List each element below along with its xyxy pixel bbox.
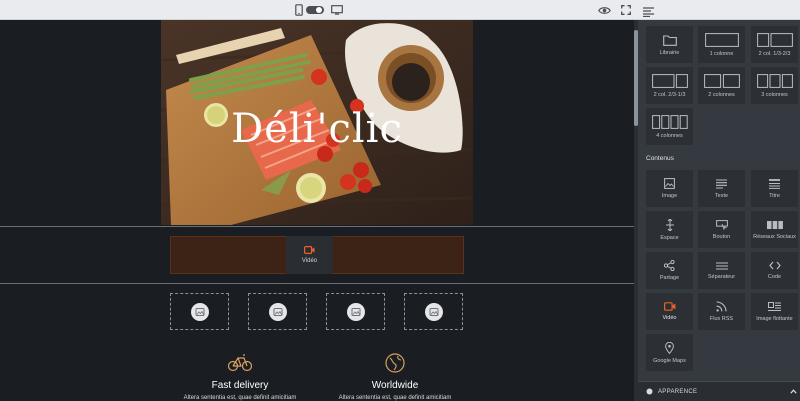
feature-text: Altera sententia est, quae definit amici…: [183, 395, 297, 401]
content-bouton[interactable]: Bouton: [698, 211, 745, 248]
appearance-section-header[interactable]: APPARENCE: [638, 381, 800, 401]
globe-icon: [385, 353, 405, 373]
content-flux-rss[interactable]: Flux RSS: [698, 293, 745, 330]
appearance-label: APPARENCE: [658, 389, 698, 395]
chevron-up-icon[interactable]: [790, 389, 797, 394]
layout-librairie[interactable]: Librairie: [646, 26, 693, 63]
image-icon: [351, 307, 360, 316]
two-columns-icon: [703, 73, 740, 88]
palette-icon: [646, 388, 653, 395]
image-icon: [195, 307, 204, 316]
button-icon: [715, 219, 728, 230]
video-label: Vidéo: [301, 258, 318, 264]
desktop-icon[interactable]: [330, 3, 344, 17]
feature-title: Worldwide: [371, 380, 419, 391]
builder-panel: Librairie 1 colonne 2 col. 1/3-2/3 2 col…: [638, 20, 800, 401]
video-icon: [304, 246, 315, 254]
content-code[interactable]: Code: [751, 252, 798, 289]
layout-two-col-1-3-2-3[interactable]: 2 col. 1/3-2/3: [751, 26, 798, 63]
map-pin-icon: [665, 341, 674, 354]
feature-title: Fast delivery: [211, 380, 269, 391]
video-block[interactable]: Vidéo: [170, 236, 464, 274]
code-icon: [768, 261, 781, 270]
bicycle-icon: [228, 354, 252, 372]
hero-image-block[interactable]: Déli'clic: [161, 20, 473, 225]
layout-four-columns[interactable]: 4 colonnes: [646, 108, 693, 145]
feature-worldwide[interactable]: Worldwide Altera sententia est, quae def…: [330, 352, 460, 401]
content-texte[interactable]: Texte: [698, 170, 745, 207]
view-toggle-switch[interactable]: [306, 3, 324, 17]
text-icon: [716, 178, 727, 189]
content-video[interactable]: Vidéo: [646, 293, 693, 330]
eye-icon[interactable]: [597, 3, 611, 17]
spacer-icon: [665, 218, 674, 231]
image-placeholder[interactable]: [404, 293, 463, 330]
content-partage[interactable]: Partage: [646, 252, 693, 289]
image-placeholder[interactable]: [248, 293, 307, 330]
content-reseaux-sociaux[interactable]: Réseaux Sociaux: [751, 211, 798, 248]
top-toolbar: [0, 0, 638, 20]
one-column-icon: [704, 32, 739, 47]
separator-icon: [715, 262, 728, 269]
contents-section-title: Contenus: [646, 155, 674, 162]
image-placeholder[interactable]: [326, 293, 385, 330]
three-columns-icon: [756, 73, 793, 88]
section-divider: [0, 226, 634, 227]
feature-fast-delivery[interactable]: Fast delivery Altera sententia est, quae…: [175, 352, 305, 401]
rss-icon: [716, 301, 727, 312]
feature-text: Altera sententia est, quae definit amici…: [338, 395, 452, 401]
image-icon: [429, 307, 438, 316]
image-placeholder[interactable]: [170, 293, 229, 330]
layout-three-columns[interactable]: 3 colonnes: [751, 67, 798, 104]
floating-image-icon: [768, 301, 781, 311]
content-titre[interactable]: Titre: [751, 170, 798, 207]
layout-one-column[interactable]: 1 colonne: [698, 26, 745, 63]
mobile-icon[interactable]: [292, 3, 306, 17]
editor-canvas[interactable]: Déli'clic Vidéo Fast delivery Altera sen…: [0, 20, 634, 401]
video-placeholder[interactable]: Vidéo: [286, 236, 333, 274]
layout-two-col-2-3-1-3[interactable]: 2 col. 2/3-1/3: [646, 67, 693, 104]
two-col-2-3-icon: [651, 73, 688, 88]
content-separateur[interactable]: Séparateur: [698, 252, 745, 289]
two-col-1-3-icon: [756, 32, 793, 47]
food-photo: Déli'clic: [161, 20, 473, 225]
video-icon: [663, 302, 675, 311]
content-image-flottante[interactable]: Image flottante: [751, 293, 798, 330]
panel-header: [638, 0, 800, 20]
section-divider: [0, 283, 634, 284]
content-google-maps[interactable]: Google Maps: [646, 334, 693, 371]
content-image[interactable]: Image: [646, 170, 693, 207]
image-icon: [664, 178, 675, 189]
content-espace[interactable]: Espace: [646, 211, 693, 248]
folder-icon: [662, 34, 677, 46]
image-icon: [273, 307, 282, 316]
share-icon: [664, 260, 675, 271]
fullscreen-icon[interactable]: [619, 3, 633, 17]
layout-two-columns[interactable]: 2 colonnes: [698, 67, 745, 104]
social-icon: [766, 220, 783, 229]
title-icon: [769, 178, 780, 189]
hero-title: Déli'clic: [231, 106, 403, 152]
four-columns-icon: [651, 114, 688, 129]
